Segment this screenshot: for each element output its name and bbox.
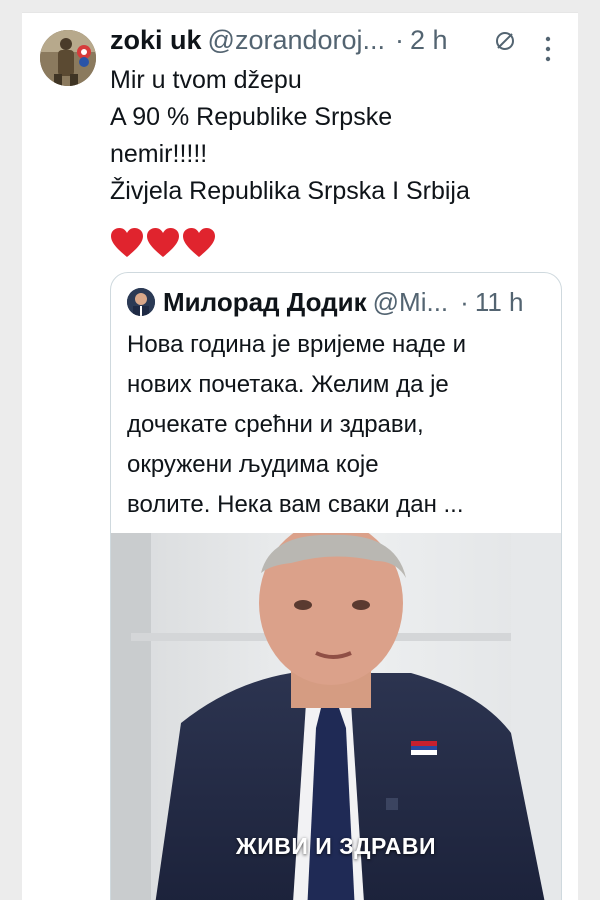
- tweet-timestamp[interactable]: 2 h: [410, 25, 448, 56]
- quoted-author-name: Милорад Додик: [163, 286, 367, 317]
- video-caption: ЖИВИ И ЗДРАВИ: [235, 833, 437, 859]
- quoted-line: волите. Нека вам сваки дан ...: [127, 491, 464, 518]
- separator-dot: ·: [395, 24, 405, 55]
- quoted-timestamp: 11 h: [474, 286, 524, 317]
- edited-icon: [496, 32, 514, 50]
- author-name[interactable]: zoki uk: [110, 25, 202, 56]
- author-handle[interactable]: @zorandoroj...: [208, 25, 386, 56]
- quoted-tweet-header: Милорад Додик @Mi... · 11 h: [127, 285, 547, 319]
- quoted-video-thumbnail[interactable]: ЖИВИ И ЗДРАВИ: [111, 533, 561, 900]
- tweet-line: Mir u tvom džepu: [110, 66, 302, 94]
- tweet-line: nemir!!!!!: [110, 140, 208, 168]
- author-avatar[interactable]: [40, 30, 96, 86]
- quoted-line: нових почетака. Желим да је: [127, 371, 449, 398]
- heart-icon: [111, 228, 143, 257]
- quoted-author-handle: @Mi...: [372, 286, 449, 317]
- divider: [22, 12, 578, 13]
- heart-emoji-row: [110, 227, 216, 259]
- quoted-tweet-text: Нова година је вријеме наде и нових поче…: [127, 325, 547, 525]
- heart-icon: [183, 228, 215, 257]
- quoted-author-avatar: [127, 288, 155, 316]
- tweet-text: Mir u tvom džepu A 90 % Republike Srpske…: [110, 62, 570, 210]
- separator-dot: ·: [460, 286, 469, 317]
- quoted-line: Нова година је вријеме наде и: [127, 331, 466, 358]
- tweet-card[interactable]: zoki uk @zorandoroj... · 2 h Mir u tvom …: [22, 12, 578, 900]
- tweet-line: Živjela Republika Srpska I Srbija: [110, 177, 470, 205]
- tweet-header: zoki uk @zorandoroj... · 2 h: [110, 22, 518, 58]
- tweet-line: A 90 % Republike Srpske: [110, 103, 393, 131]
- more-options-icon[interactable]: [545, 36, 551, 62]
- quoted-tweet[interactable]: Милорад Додик @Mi... · 11 h Нова година …: [110, 272, 562, 900]
- heart-icon: [147, 228, 179, 257]
- quoted-line: окружени људима које: [127, 451, 379, 478]
- quoted-line: дочекате срећни и здрави,: [127, 411, 424, 438]
